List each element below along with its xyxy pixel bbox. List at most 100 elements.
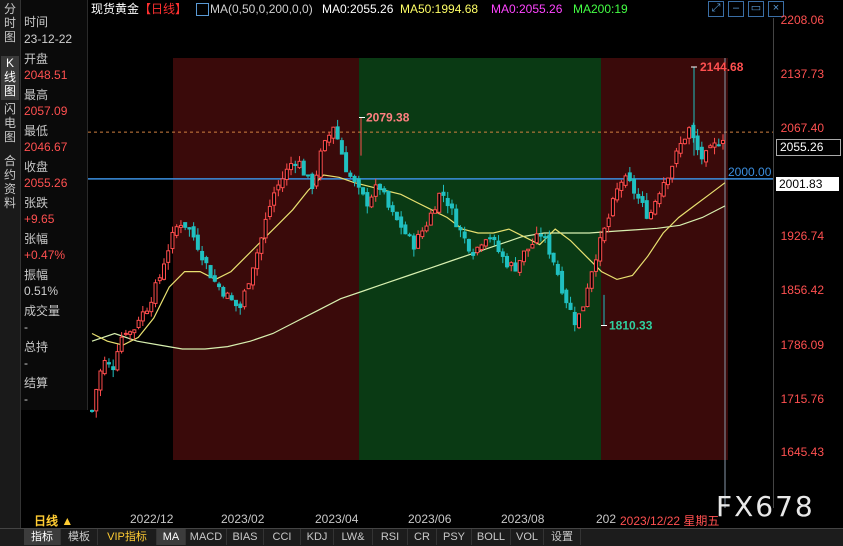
tab-vol[interactable]: VOL (511, 529, 544, 545)
candle-body (462, 231, 467, 239)
ma50-value: MA50:1994.68 (400, 2, 479, 16)
candle-body (233, 299, 238, 307)
candle-body (267, 205, 272, 218)
candle-body (365, 192, 370, 207)
candle-body (195, 234, 200, 250)
indicator-tab-bar: 指标 模板 VIP指标 MA MACD BIAS CCI KDJ LW& RSI… (0, 528, 843, 546)
candle-body (509, 262, 514, 267)
candle-body (369, 196, 374, 208)
open-value: 2048.51 (24, 68, 68, 82)
x-tick-label: 2023/08 (501, 512, 545, 526)
candle-body (301, 160, 306, 176)
tab-flash-chart[interactable]: 闪电图 (1, 102, 19, 146)
tab-psy[interactable]: PSY (437, 529, 472, 545)
tab-cci[interactable]: CCI (264, 529, 301, 545)
current-price-label: 2055.26 (776, 139, 841, 156)
partial-tick-label: 2001.83 (776, 177, 839, 191)
candle-body (674, 150, 679, 165)
y-tick-label: 1786.09 (780, 338, 824, 352)
candle-body (488, 237, 493, 240)
candle-body (500, 251, 505, 257)
candle-body (293, 163, 298, 166)
price-chart[interactable]: 2000.00 2079.382144.681810.331645.43 (88, 18, 773, 508)
candle-body (636, 193, 641, 199)
candle-body (428, 212, 433, 226)
candle-body (670, 165, 675, 179)
candle-body (390, 205, 395, 213)
candle-body (153, 282, 158, 304)
tab-indicators[interactable]: 指标 (24, 529, 61, 545)
fullscreen-icon[interactable]: ⤢ (708, 1, 724, 17)
tab-kline[interactable]: K线图 (1, 56, 19, 100)
tab-template[interactable]: 模板 (61, 529, 98, 545)
candle-body (551, 252, 556, 263)
candle-body (335, 126, 340, 140)
tab-ma[interactable]: MA (157, 529, 186, 545)
candle-body (183, 222, 188, 228)
tab-timeshare[interactable]: 分时图 (1, 2, 19, 46)
tab-settings[interactable]: 设置 (544, 529, 581, 545)
candle-body (471, 251, 476, 256)
candle-body (572, 311, 577, 326)
candle-body (289, 163, 294, 171)
candle-body (577, 313, 582, 329)
candle-body (441, 191, 446, 196)
candle-body (538, 234, 543, 237)
change-label: 张跌 (24, 196, 49, 210)
candle-body (687, 127, 692, 139)
candle-body (445, 197, 450, 207)
settle-value: - (24, 392, 28, 406)
indicator-switch-icon[interactable] (196, 3, 209, 16)
candle-body (695, 135, 700, 151)
tab-cr[interactable]: CR (408, 529, 437, 545)
candle-body (623, 175, 628, 186)
percent-label: 张幅 (24, 232, 49, 246)
candle-body (111, 366, 116, 371)
settle-label: 结算 (24, 376, 49, 390)
candle-body (585, 287, 590, 308)
candle-body (653, 201, 658, 215)
side-tab-strip: 分时图 K线图 闪电图 合约资料 (0, 0, 21, 528)
tab-boll[interactable]: BOLL (472, 529, 511, 545)
candle-body (521, 250, 526, 263)
tab-bias[interactable]: BIAS (227, 529, 264, 545)
y-tick-label: 1926.74 (780, 229, 824, 243)
candle-body (322, 140, 327, 152)
candle-body (437, 192, 442, 213)
period-selector[interactable]: 日线 ▲ (34, 512, 73, 529)
tab-contract-info[interactable]: 合约资料 (1, 154, 19, 210)
tab-vip-indicators[interactable]: VIP指标 (98, 529, 157, 545)
candle-body (212, 275, 217, 282)
tab-kdj[interactable]: KDJ (301, 529, 334, 545)
candle-body (246, 283, 251, 290)
candle-body (132, 329, 137, 334)
tab-rsi[interactable]: RSI (373, 529, 408, 545)
candle-body (712, 142, 717, 148)
candle-body (191, 226, 196, 238)
candle-body (339, 140, 344, 155)
x-tick-label: 2023/04 (315, 512, 359, 526)
candle-body (454, 208, 459, 228)
candle-body (386, 190, 391, 208)
candle-body (483, 239, 488, 247)
volume-label: 成交量 (24, 304, 61, 318)
amplitude-value: 0.51% (24, 284, 59, 298)
candle-body (560, 270, 565, 294)
minimize-icon[interactable]: – (728, 1, 744, 17)
candle-body (420, 230, 425, 238)
candle-body (128, 331, 133, 335)
restore-icon[interactable]: ▭ (748, 1, 764, 17)
tab-macd[interactable]: MACD (186, 529, 227, 545)
candle-body (716, 144, 721, 147)
time-label: 时间 (24, 15, 49, 29)
candle-body (513, 262, 518, 272)
candle-body (581, 306, 586, 312)
candle-body (505, 255, 510, 268)
y-tick-label: 2208.06 (780, 13, 824, 27)
candle-body (106, 362, 111, 365)
tab-lwr[interactable]: LW& (334, 529, 373, 545)
open-interest-label: 总持 (24, 340, 49, 354)
candle-body (517, 260, 522, 273)
candle-body (632, 178, 637, 194)
cursor-date-label: 2023/12/22 星期五 (620, 514, 720, 528)
